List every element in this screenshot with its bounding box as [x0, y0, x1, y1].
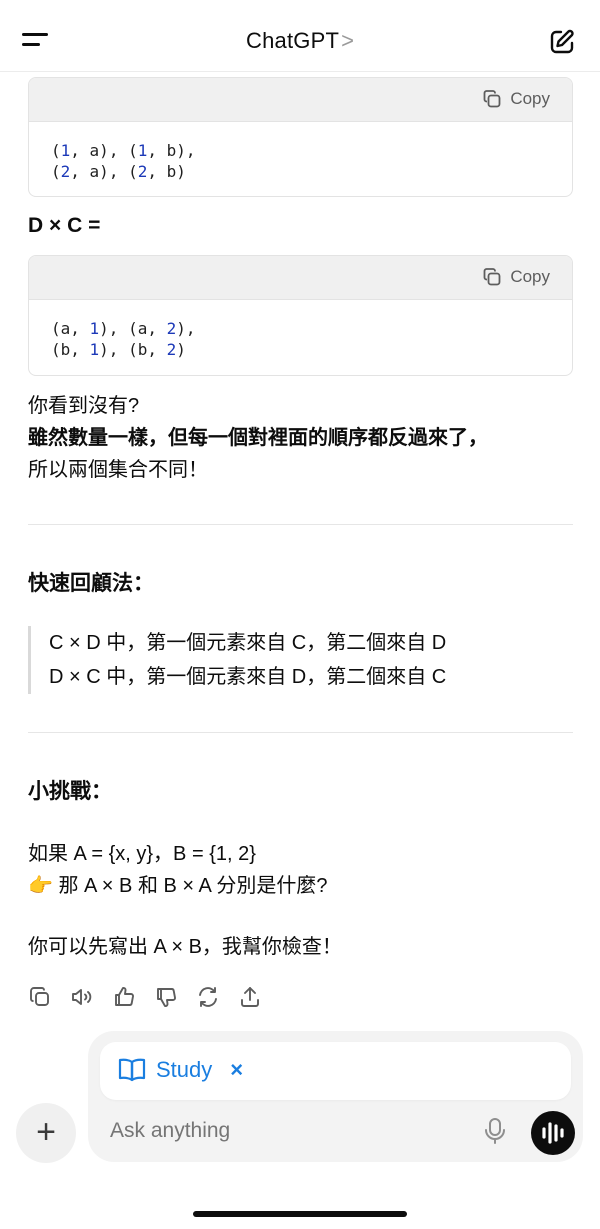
challenge-heading: 小挑戰： — [28, 780, 112, 803]
code-header: Copy — [29, 256, 572, 300]
code-block-dxc: Copy (a, 1), (a, 2), (b, 1), (b, 2) — [28, 255, 573, 376]
code-number: 2 — [166, 340, 177, 359]
code-header: Copy — [29, 78, 572, 122]
code-text: ), (a, — [99, 319, 167, 338]
code-text: ( — [51, 141, 61, 160]
code-number: 2 — [137, 162, 148, 181]
voice-mode-button[interactable] — [531, 1111, 575, 1155]
composer: Study × — [88, 1031, 583, 1162]
review-heading: 快速回顧法： — [28, 572, 154, 595]
book-icon — [118, 1058, 146, 1082]
message-input[interactable] — [110, 1119, 470, 1143]
model-selector[interactable]: ChatGPT> — [0, 28, 600, 54]
study-chip-label: Study — [156, 1057, 213, 1082]
copy-icon — [483, 268, 501, 286]
copy-icon — [483, 90, 501, 108]
challenge-question: 如果 A = {x, y}，B = {1, 2} 👉 那 A × B 和 B ×… — [28, 838, 327, 902]
code-line: (1, a), (1, b), — [51, 140, 550, 161]
code-text: , a), ( — [70, 141, 138, 160]
code-block-cxd: Copy (1, a), (1, b), (2, a), (2, b) — [28, 77, 573, 197]
code-line: (b, 1), (b, 2) — [51, 339, 550, 360]
chevron-right-icon: > — [341, 28, 354, 53]
study-mode-chip[interactable]: Study × — [100, 1042, 571, 1100]
code-number: 1 — [89, 340, 100, 359]
divider — [28, 732, 573, 733]
study-chip-content: Study × — [118, 1057, 243, 1083]
code-text: ), (b, — [99, 340, 167, 359]
code-text: , a), ( — [70, 162, 138, 181]
dxc-heading: D × C = — [28, 214, 101, 237]
challenge-prompt: 你可以先寫出 A × B，我幫你檢查！ — [28, 936, 342, 958]
copy-code-button[interactable]: Copy — [482, 267, 550, 287]
thumbs-up-icon[interactable] — [112, 985, 136, 1009]
code-text: (b, — [51, 340, 90, 359]
divider — [28, 524, 573, 525]
code-number: 2 — [166, 319, 177, 338]
review-blockquote: C × D 中，第一個元素來自 C，第二個來自 D D × C 中，第一個元素來… — [28, 626, 446, 694]
code-line: (2, a), (2, b) — [51, 161, 550, 182]
speaker-icon[interactable] — [70, 985, 94, 1009]
code-text: ( — [51, 162, 61, 181]
code-number: 2 — [60, 162, 71, 181]
code-text: , b) — [147, 162, 186, 181]
code-number: 1 — [89, 319, 100, 338]
copy-icon[interactable] — [28, 985, 52, 1009]
code-number: 1 — [60, 141, 71, 160]
copy-code-button[interactable]: Copy — [482, 89, 550, 109]
message-actions — [28, 985, 262, 1009]
code-text: ) — [176, 340, 186, 359]
code-text: ), — [176, 319, 196, 338]
attach-button[interactable]: + — [16, 1103, 76, 1163]
plus-icon: + — [36, 1113, 56, 1151]
close-icon[interactable]: × — [230, 1057, 243, 1083]
review-line-1: C × D 中，第一個元素來自 C，第二個來自 D — [49, 632, 447, 654]
code-text: , b), — [147, 141, 196, 160]
new-chat-icon[interactable] — [548, 28, 576, 56]
observation-text: 你看到沒有? 雖然數量一樣，但每一個對裡面的順序都反過來了， 所以兩個集合不同！ — [28, 390, 488, 486]
observation-line-2: 雖然數量一樣，但每一個對裡面的順序都反過來了， — [28, 427, 488, 449]
microphone-icon[interactable] — [482, 1117, 508, 1145]
observation-line-3: 所以兩個集合不同！ — [28, 459, 208, 481]
top-bar: ChatGPT> — [0, 0, 600, 72]
app-title: ChatGPT — [246, 28, 340, 53]
observation-line-1: 你看到沒有? — [28, 395, 140, 417]
code-line: (a, 1), (a, 2), — [51, 318, 550, 339]
code-content: (a, 1), (a, 2), (b, 1), (b, 2) — [29, 300, 572, 375]
code-number: 1 — [137, 141, 148, 160]
waveform-icon — [542, 1122, 564, 1144]
regenerate-icon[interactable] — [196, 985, 220, 1009]
copy-label: Copy — [510, 267, 550, 286]
code-text: (a, — [51, 319, 90, 338]
share-icon[interactable] — [238, 985, 262, 1009]
home-indicator — [193, 1211, 407, 1217]
challenge-line-2: 👉 那 A × B 和 B × A 分別是什麼? — [28, 875, 328, 897]
thumbs-down-icon[interactable] — [154, 985, 178, 1009]
copy-label: Copy — [510, 89, 550, 108]
challenge-line-1: 如果 A = {x, y}，B = {1, 2} — [28, 843, 256, 865]
code-content: (1, a), (1, b), (2, a), (2, b) — [29, 122, 572, 196]
review-line-2: D × C 中，第一個元素來自 D，第二個來自 C — [49, 666, 447, 688]
